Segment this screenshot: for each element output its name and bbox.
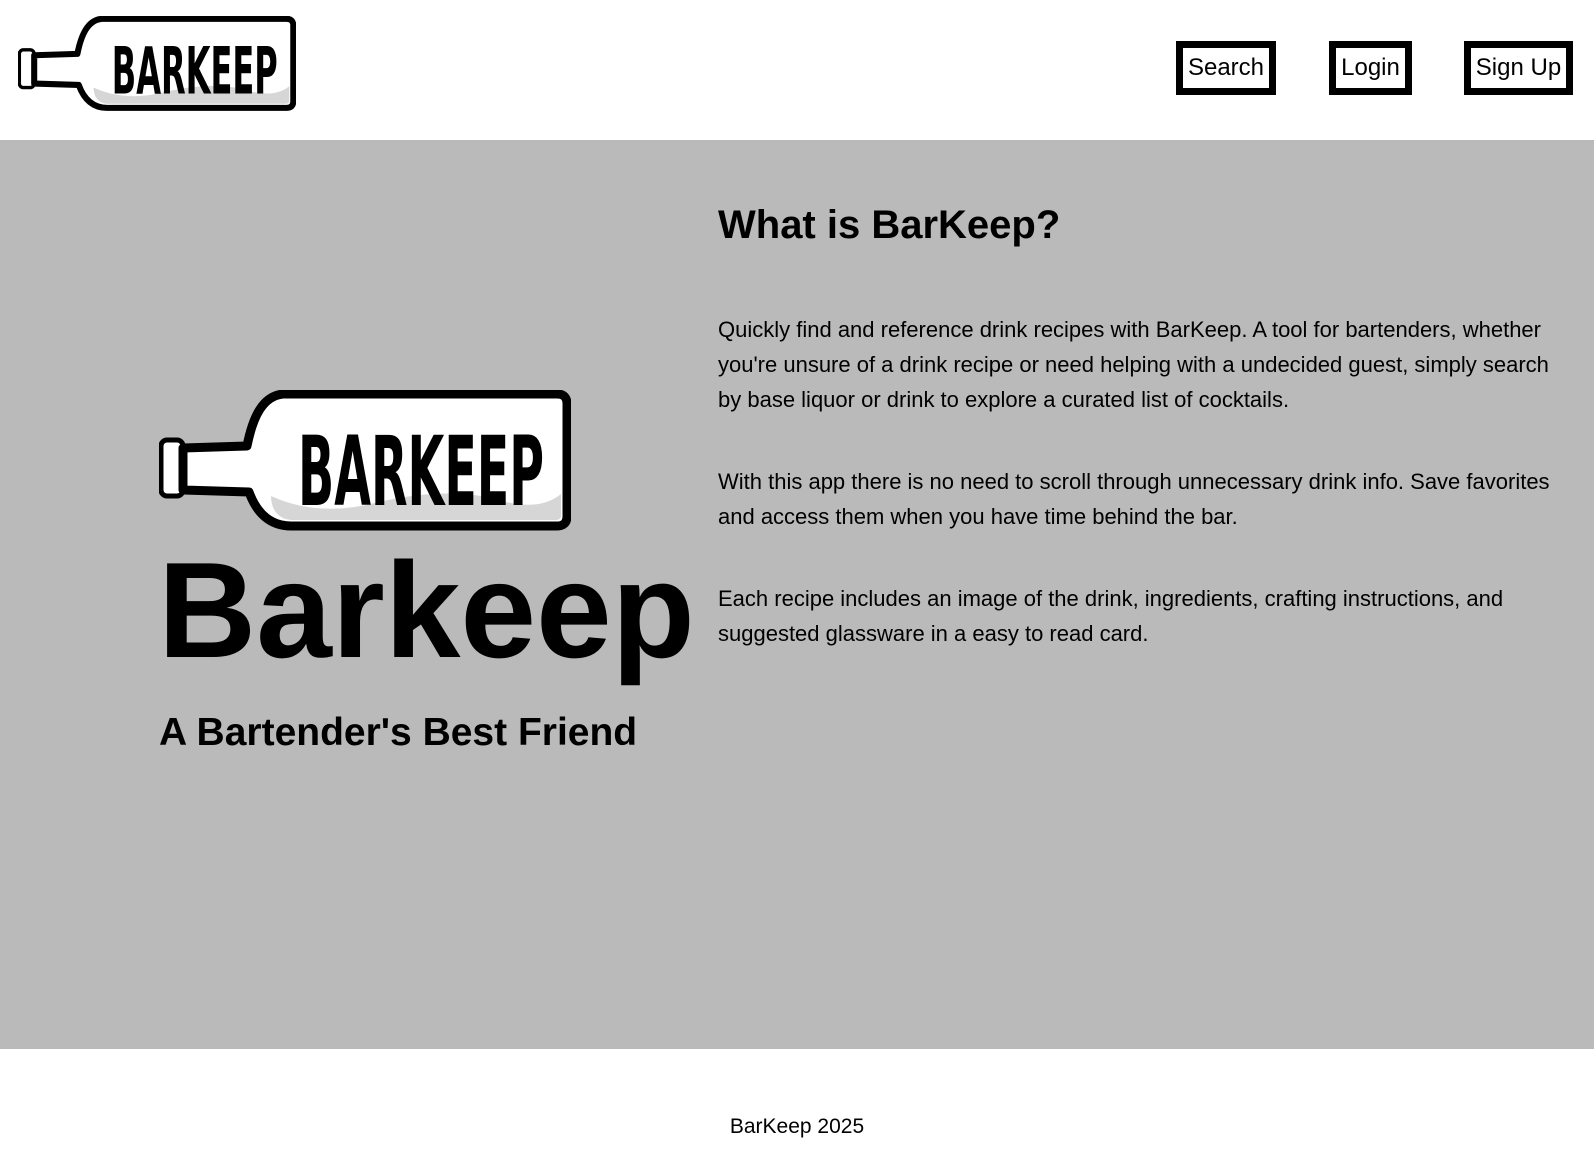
hero-tagline: A Bartender's Best Friend (159, 711, 638, 754)
site-header: BARKEEP Search Login Sign Up (0, 0, 1594, 140)
barkeep-bottle-logo[interactable]: BARKEEP (18, 16, 296, 112)
hero-title: Barkeep (158, 534, 695, 686)
barkeep-bottle-logo-large: BARKEEP (159, 390, 571, 531)
login-button[interactable]: Login (1329, 41, 1412, 95)
header-logo-text: BARKEEP (112, 35, 278, 110)
about-paragraph: Each recipe includes an image of the dri… (718, 586, 1504, 646)
about-paragraph: Quickly find and reference drink recipes… (718, 317, 1549, 412)
hero-section: BARKEEP Barkeep A Bartender's Best Frien… (0, 140, 1594, 1049)
sign-up-button[interactable]: Sign Up (1464, 41, 1573, 95)
search-button[interactable]: Search (1176, 41, 1276, 95)
footer-copyright: BarKeep 2025 (729, 1115, 865, 1138)
about-heading: What is BarKeep? (718, 203, 1061, 247)
about-paragraph: With this app there is no need to scroll… (718, 469, 1550, 529)
hero-logo-text: BARKEEP (298, 416, 544, 528)
